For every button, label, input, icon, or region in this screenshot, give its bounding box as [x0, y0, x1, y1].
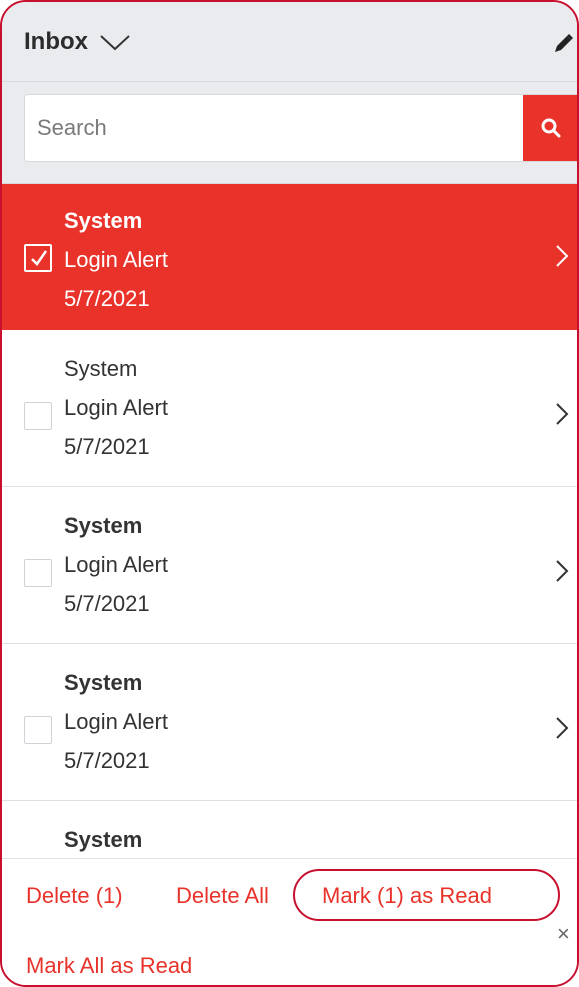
- mark-selected-read-button[interactable]: Mark (1) as Read: [322, 883, 492, 909]
- message-list: System Login Alert 5/7/2021 System Login…: [2, 184, 577, 858]
- message-row[interactable]: System: [2, 801, 577, 858]
- delete-all-button[interactable]: Delete All: [176, 883, 269, 909]
- message-subject: Login Alert: [64, 247, 168, 272]
- message-checkbox[interactable]: [24, 244, 52, 272]
- message-row[interactable]: System Login Alert 5/7/2021: [2, 330, 577, 487]
- message-sender: System: [64, 513, 143, 538]
- message-checkbox[interactable]: [24, 402, 52, 430]
- search-bar: [2, 82, 577, 184]
- chevron-right-icon[interactable]: [555, 402, 569, 431]
- close-icon[interactable]: ×: [557, 921, 570, 947]
- message-date: 5/7/2021: [64, 591, 150, 616]
- action-bar: Delete (1) Delete All Mark (1) as Read ×…: [2, 858, 577, 985]
- search-icon: [541, 118, 561, 138]
- message-sender: System: [64, 827, 143, 852]
- chevron-right-icon[interactable]: [555, 716, 569, 745]
- chevron-right-icon[interactable]: [555, 559, 569, 588]
- message-date: 5/7/2021: [64, 748, 150, 773]
- message-sender: System: [64, 356, 138, 381]
- check-icon: [31, 250, 48, 266]
- message-subject: Login Alert: [64, 395, 168, 420]
- chevron-down-icon[interactable]: [98, 29, 132, 53]
- chevron-right-icon[interactable]: [555, 244, 569, 273]
- message-checkbox[interactable]: [24, 559, 52, 587]
- mark-all-read-button[interactable]: Mark All as Read: [26, 953, 192, 979]
- inbox-header: Inbox: [2, 2, 577, 82]
- pencil-icon[interactable]: [551, 32, 575, 56]
- search-input[interactable]: [37, 111, 507, 145]
- message-checkbox[interactable]: [24, 716, 52, 744]
- message-row[interactable]: System Login Alert 5/7/2021: [2, 644, 577, 801]
- message-row[interactable]: System Login Alert 5/7/2021: [2, 184, 577, 330]
- inbox-panel: Inbox Search System Login Alert 5/7/2021…: [0, 0, 579, 987]
- message-sender: System: [64, 670, 143, 695]
- message-subject: Login Alert: [64, 709, 168, 734]
- message-row[interactable]: System Login Alert 5/7/2021: [2, 487, 577, 644]
- delete-selected-button[interactable]: Delete (1): [26, 883, 123, 909]
- message-date: 5/7/2021: [64, 434, 150, 459]
- message-subject: Login Alert: [64, 552, 168, 577]
- search-button[interactable]: [523, 95, 577, 161]
- inbox-title[interactable]: Inbox: [24, 28, 88, 56]
- message-date: 5/7/2021: [64, 286, 150, 311]
- message-sender: System: [64, 208, 143, 233]
- search-box: [24, 94, 577, 162]
